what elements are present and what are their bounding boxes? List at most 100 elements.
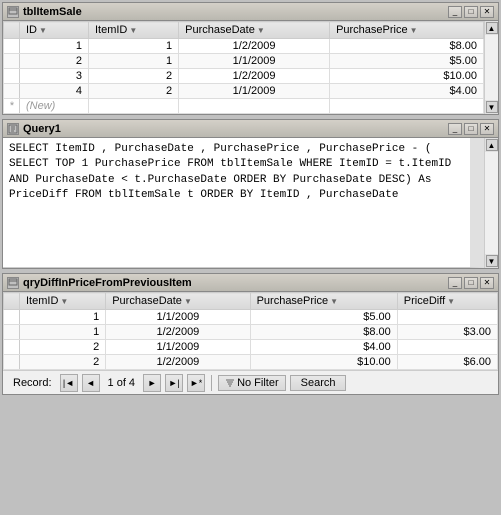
- qry-diff-window: qryDiffInPriceFromPreviousItem _ □ ✕ Ite…: [2, 273, 499, 395]
- divider: [211, 375, 212, 391]
- query1-close[interactable]: ✕: [480, 123, 494, 135]
- qry-close[interactable]: ✕: [480, 277, 494, 289]
- nav-next-button[interactable]: ►: [143, 374, 161, 392]
- cell-pricediff: [397, 340, 497, 355]
- close-button[interactable]: ✕: [480, 6, 494, 18]
- col-header-id[interactable]: ID▼: [20, 22, 89, 39]
- row-selector: [4, 355, 20, 370]
- qry-col-itemid[interactable]: ItemID▼: [20, 293, 106, 310]
- cell-purchaseprice: $10.00: [250, 355, 397, 370]
- record-label: Record:: [13, 377, 52, 389]
- table-row[interactable]: 1 1/2/2009 $8.00 $3.00: [4, 325, 498, 340]
- scrollbar-down-btn[interactable]: ▼: [486, 101, 498, 113]
- row-selector: [4, 69, 20, 84]
- cell-itemid: 2: [88, 69, 178, 84]
- filter-icon: [225, 378, 235, 388]
- title-bar-left-q: Query1: [7, 123, 61, 135]
- cell-id: 1: [20, 39, 89, 54]
- new-row-cell2: [88, 99, 178, 114]
- query1-window: Query1 _ □ ✕ SELECT ItemID , PurchaseDat…: [2, 119, 499, 269]
- cell-purchaseprice: $5.00: [330, 54, 484, 69]
- table-row[interactable]: 2 1 1/1/2009 $5.00: [4, 54, 484, 69]
- row-selector: [4, 84, 20, 99]
- qry-icon: [7, 277, 19, 289]
- title-buttons: _ □ ✕: [448, 6, 494, 18]
- table-row[interactable]: 1 1 1/2/2009 $8.00: [4, 39, 484, 54]
- query1-restore[interactable]: □: [464, 123, 478, 135]
- minimize-button[interactable]: _: [448, 6, 462, 18]
- record-position: 1 of 4: [108, 377, 136, 389]
- nav-last-button[interactable]: ►|: [165, 374, 183, 392]
- new-table-row: * (New): [4, 99, 484, 114]
- cell-purchaseprice: $4.00: [330, 84, 484, 99]
- window-icon: [7, 6, 19, 18]
- row-selector: [4, 325, 20, 340]
- query-sql-content[interactable]: SELECT ItemID , PurchaseDate , PurchaseP…: [3, 138, 484, 268]
- row-selector: [4, 54, 20, 69]
- new-row-cell4: [330, 99, 484, 114]
- qry-diff-table: ItemID▼ PurchaseDate▼ PurchasePrice▼ Pri…: [3, 292, 498, 370]
- cell-purchasedate: 1/1/2009: [179, 84, 330, 99]
- cell-pricediff: $3.00: [397, 325, 497, 340]
- qry-restore[interactable]: □: [464, 277, 478, 289]
- cell-purchaseprice: $10.00: [330, 69, 484, 84]
- cell-purchasedate: 1/2/2009: [179, 39, 330, 54]
- new-row-cell: (New): [20, 99, 89, 114]
- nav-first-button[interactable]: |◄: [60, 374, 78, 392]
- scrollbar-up-btn[interactable]: ▲: [486, 22, 498, 34]
- col-header-purchaseprice[interactable]: PurchasePrice▼: [330, 22, 484, 39]
- qry-minimize[interactable]: _: [448, 277, 462, 289]
- new-row-cell3: [179, 99, 330, 114]
- row-selector: [4, 310, 20, 325]
- query1-minimize[interactable]: _: [448, 123, 462, 135]
- cell-purchasedate: 1/1/2009: [106, 310, 250, 325]
- cell-purchaseprice: $8.00: [250, 325, 397, 340]
- no-filter-button[interactable]: No Filter: [218, 375, 286, 391]
- row-selector: [4, 340, 20, 355]
- cell-purchasedate: 1/2/2009: [179, 69, 330, 84]
- cell-purchaseprice: $8.00: [330, 39, 484, 54]
- table-row[interactable]: 4 2 1/1/2009 $4.00: [4, 84, 484, 99]
- qry-row-selector-header: [4, 293, 20, 310]
- tbl-item-sale-title-bar: tblItemSale _ □ ✕: [3, 3, 498, 21]
- tbl-item-sale-table: ID▼ ItemID▼ PurchaseDate▼ PurchasePrice▼…: [3, 21, 484, 114]
- qry-col-pricediff[interactable]: PriceDiff▼: [397, 293, 497, 310]
- title-bar-left: tblItemSale: [7, 6, 82, 18]
- cell-purchasedate: 1/1/2009: [179, 54, 330, 69]
- status-bar: Record: |◄ ◄ 1 of 4 ► ►| ►* No Filter: [3, 370, 498, 394]
- cell-purchasedate: 1/2/2009: [106, 355, 250, 370]
- col-header-itemid[interactable]: ItemID▼: [88, 22, 178, 39]
- col-header-purchasedate[interactable]: PurchaseDate▼: [179, 22, 330, 39]
- cell-itemid: 1: [88, 39, 178, 54]
- cell-itemid: 2: [88, 84, 178, 99]
- query-scrollbar-up[interactable]: ▲: [486, 139, 498, 151]
- nav-new-button[interactable]: ►*: [187, 374, 205, 392]
- table-row[interactable]: 2 1/1/2009 $4.00: [4, 340, 498, 355]
- restore-button[interactable]: □: [464, 6, 478, 18]
- title-bar-left-qry: qryDiffInPriceFromPreviousItem: [7, 277, 192, 289]
- cell-id: 4: [20, 84, 89, 99]
- cell-purchasedate: 1/1/2009: [106, 340, 250, 355]
- qry-diff-title: qryDiffInPriceFromPreviousItem: [23, 277, 192, 289]
- query-icon: [7, 123, 19, 135]
- query1-title-bar: Query1 _ □ ✕: [3, 120, 498, 138]
- qry-col-purchaseprice[interactable]: PurchasePrice▼: [250, 293, 397, 310]
- row-selector: [4, 39, 20, 54]
- new-row-selector: *: [4, 99, 20, 114]
- qry-col-purchasedate[interactable]: PurchaseDate▼: [106, 293, 250, 310]
- table-row[interactable]: 2 1/2/2009 $10.00 $6.00: [4, 355, 498, 370]
- search-button[interactable]: Search: [290, 375, 347, 391]
- cell-purchaseprice: $5.00: [250, 310, 397, 325]
- tbl-item-sale-title: tblItemSale: [23, 6, 82, 18]
- cell-id: 3: [20, 69, 89, 84]
- table-row[interactable]: 3 2 1/2/2009 $10.00: [4, 69, 484, 84]
- cell-purchaseprice: $4.00: [250, 340, 397, 355]
- query-scrollbar-down[interactable]: ▼: [486, 255, 498, 267]
- cell-id: 2: [20, 54, 89, 69]
- query1-title-buttons: _ □ ✕: [448, 123, 494, 135]
- table-row[interactable]: 1 1/1/2009 $5.00: [4, 310, 498, 325]
- cell-pricediff: $6.00: [397, 355, 497, 370]
- nav-prev-button[interactable]: ◄: [82, 374, 100, 392]
- qry-diff-title-buttons: _ □ ✕: [448, 277, 494, 289]
- row-selector-header: [4, 22, 20, 39]
